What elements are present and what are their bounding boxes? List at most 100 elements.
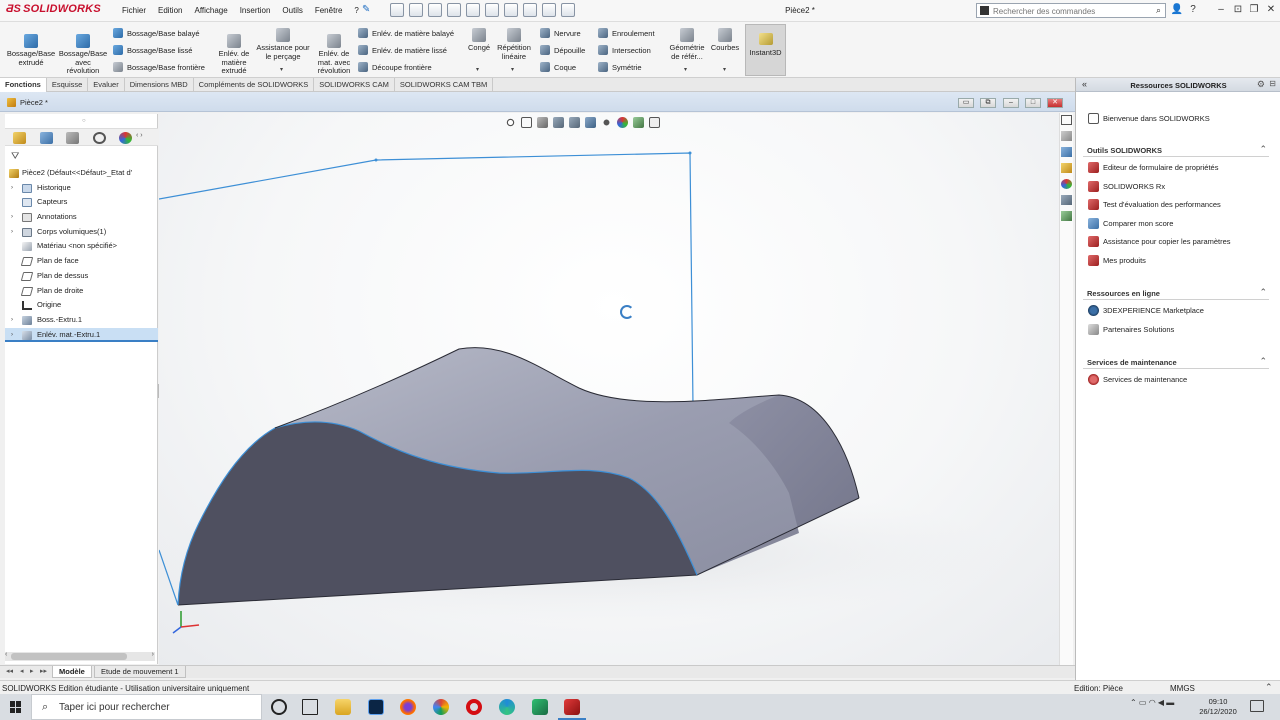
tree-item-plan-dessus[interactable]: Plan de dessus [5, 269, 158, 284]
doc-minimize-icon[interactable]: – [1003, 98, 1019, 108]
bossage-balaye-button[interactable]: Bossage/Base balayé [113, 28, 200, 39]
tree-item-historique[interactable]: › Historique [5, 181, 158, 196]
print-icon[interactable] [466, 3, 480, 17]
tab-dimensions-mbd[interactable]: Dimensions MBD [125, 78, 194, 92]
graphics-area[interactable] [159, 113, 1069, 665]
bossage-lisse-button[interactable]: Bossage/Base lissé [113, 45, 192, 56]
decoupe-frontiere-button[interactable]: Découpe frontière [358, 62, 432, 73]
home-icon[interactable] [1061, 115, 1072, 125]
tab-evaluer[interactable]: Evaluer [88, 78, 125, 92]
tab-etude-mouvement[interactable]: Etude de mouvement 1 [94, 666, 186, 678]
display-manager-tab-icon[interactable] [119, 132, 132, 144]
tab-esquisse[interactable]: Esquisse [47, 78, 89, 92]
pin-menu-icon[interactable]: ✎ [362, 4, 370, 15]
enlev-balaye-button[interactable]: Enlév. de matière balayé [358, 28, 454, 39]
hole-wizard-dropdown-icon[interactable]: ▾ [280, 66, 283, 73]
nervure-button[interactable]: Nervure [540, 28, 581, 39]
fillet-dropdown-icon[interactable]: ▾ [476, 66, 479, 73]
welcome-link[interactable]: Bienvenue dans SOLIDWORKS [1088, 112, 1210, 126]
link-comparer-score[interactable]: Comparer mon score [1088, 217, 1173, 231]
expand-icon[interactable]: › [11, 210, 13, 225]
help-icon[interactable]: ? [1186, 4, 1200, 15]
prev-tab-icon[interactable]: ◂ [20, 667, 24, 675]
resources-icon[interactable] [1061, 131, 1072, 141]
close-icon[interactable]: ✕ [1264, 4, 1278, 15]
scroll-left-icon[interactable]: ‹ [5, 651, 7, 658]
link-editeur-formulaire[interactable]: Editeur de formulaire de propriétés [1088, 161, 1218, 175]
link-test-evaluation[interactable]: Test d'évaluation des performances [1088, 198, 1221, 212]
link-services-maintenance[interactable]: Services de maintenance [1088, 373, 1187, 387]
notifications-icon[interactable] [1250, 700, 1264, 712]
view-settings-icon[interactable] [649, 117, 660, 128]
units-selector[interactable]: MMGS [1170, 684, 1195, 693]
scroll-thumb[interactable] [11, 653, 127, 660]
enroulement-button[interactable]: Enroulement [598, 28, 655, 39]
collapse-section-icon[interactable]: ⌃ [1259, 144, 1267, 155]
first-tab-icon[interactable]: ◂◂ [6, 667, 13, 675]
doc-maximize-icon[interactable]: □ [1025, 98, 1041, 108]
bossage-frontiere-button[interactable]: Bossage/Base frontière [113, 62, 205, 73]
apply-scene-icon[interactable] [633, 117, 644, 128]
last-tab-icon[interactable]: ▸▸ [40, 667, 47, 675]
home-icon[interactable] [390, 3, 404, 17]
view-orientation-icon[interactable] [585, 117, 596, 128]
enlev-extrude-button[interactable]: Enlév. de matière extrudé [213, 34, 255, 76]
doc-close-icon[interactable]: ✕ [1047, 98, 1063, 108]
tree-item-enlev-extru[interactable]: › Enlév. mat.-Extru.1 [5, 327, 158, 343]
tree-item-capteurs[interactable]: Capteurs [5, 195, 158, 210]
cortana-icon[interactable] [271, 699, 287, 715]
clock[interactable]: 09:10 26/12/2020 [1198, 697, 1238, 717]
symetrie-button[interactable]: Symétrie [598, 62, 642, 73]
new-document-icon[interactable] [409, 3, 423, 17]
custom-properties-icon[interactable] [1061, 195, 1072, 205]
tree-item-materiau[interactable]: Matériau <non spécifié> [5, 239, 158, 254]
scroll-right-icon[interactable]: › [152, 651, 154, 658]
solidworks-forum-icon[interactable] [1061, 211, 1072, 221]
menu-fenetre[interactable]: Fenêtre [309, 5, 349, 17]
tree-item-boss-extru[interactable]: › Boss.-Extru.1 [5, 313, 158, 328]
photoshop-icon[interactable] [368, 699, 384, 715]
menu-edition[interactable]: Edition [152, 5, 188, 17]
taskbar-search[interactable]: ⌕ Taper ici pour rechercher [31, 694, 262, 720]
save-icon[interactable] [447, 3, 461, 17]
gear-icon[interactable]: ⚙ [1257, 79, 1265, 90]
pin-pane-icon[interactable]: ⊟ [1269, 79, 1276, 88]
tree-item-corps[interactable]: › Corps volumiques(1) [5, 225, 158, 240]
previous-view-icon[interactable] [537, 117, 548, 128]
expand-icon[interactable]: › [11, 313, 13, 328]
tree-root[interactable]: Pièce2 (Défaut<<Défaut>_Etat d' [5, 166, 158, 181]
depouille-button[interactable]: Dépouille [540, 45, 585, 56]
solidworks-logo[interactable]: ƋS SOLIDWORKS [6, 3, 101, 19]
pin-window-icon[interactable]: ⊡ [1231, 4, 1245, 15]
section-ressources-en-ligne[interactable]: Ressources en ligne ⌃ [1083, 287, 1269, 300]
intersection-button[interactable]: Intersection [598, 45, 651, 56]
search-icon[interactable]: ⌕ [1156, 5, 1161, 16]
task-view-icon[interactable] [302, 699, 318, 715]
link-mes-produits[interactable]: Mes produits [1088, 254, 1146, 268]
curves-dropdown-icon[interactable]: ▾ [723, 66, 726, 73]
system-tray[interactable]: ⌃ ▭ ◠ ◀ ▬ [1130, 698, 1174, 707]
command-search[interactable]: ⌕ [976, 3, 1166, 18]
tab-scroll-arrows-icon[interactable]: ‹ › [136, 132, 143, 139]
file-explorer-icon[interactable] [335, 699, 351, 715]
download-icon[interactable] [532, 699, 548, 715]
expand-icon[interactable]: › [11, 181, 13, 196]
section-view-icon[interactable] [553, 117, 564, 128]
panel-handle-icon[interactable]: ○ [82, 118, 86, 124]
tab-solidworks-cam-tbm[interactable]: SOLIDWORKS CAM TBM [395, 78, 494, 92]
zoom-to-area-icon[interactable] [521, 117, 532, 128]
next-tab-icon[interactable]: ▸ [30, 667, 34, 675]
pattern-dropdown-icon[interactable]: ▾ [511, 66, 514, 73]
undo-icon[interactable] [485, 3, 499, 17]
expand-icon[interactable]: › [11, 225, 13, 240]
chrome-icon[interactable] [433, 699, 449, 715]
zoom-to-fit-icon[interactable] [505, 117, 516, 128]
tree-item-plan-face[interactable]: Plan de face [5, 254, 158, 269]
user-icon[interactable]: 👤 [1170, 4, 1184, 15]
courbes-button[interactable]: Courbes [708, 28, 742, 53]
feature-manager-tab-icon[interactable] [13, 132, 26, 144]
property-manager-tab-icon[interactable] [40, 132, 53, 144]
tab-solidworks-cam[interactable]: SOLIDWORKS CAM [314, 78, 395, 92]
display-style-icon[interactable] [601, 117, 612, 128]
filter-icon[interactable]: ⛛ [11, 151, 19, 162]
